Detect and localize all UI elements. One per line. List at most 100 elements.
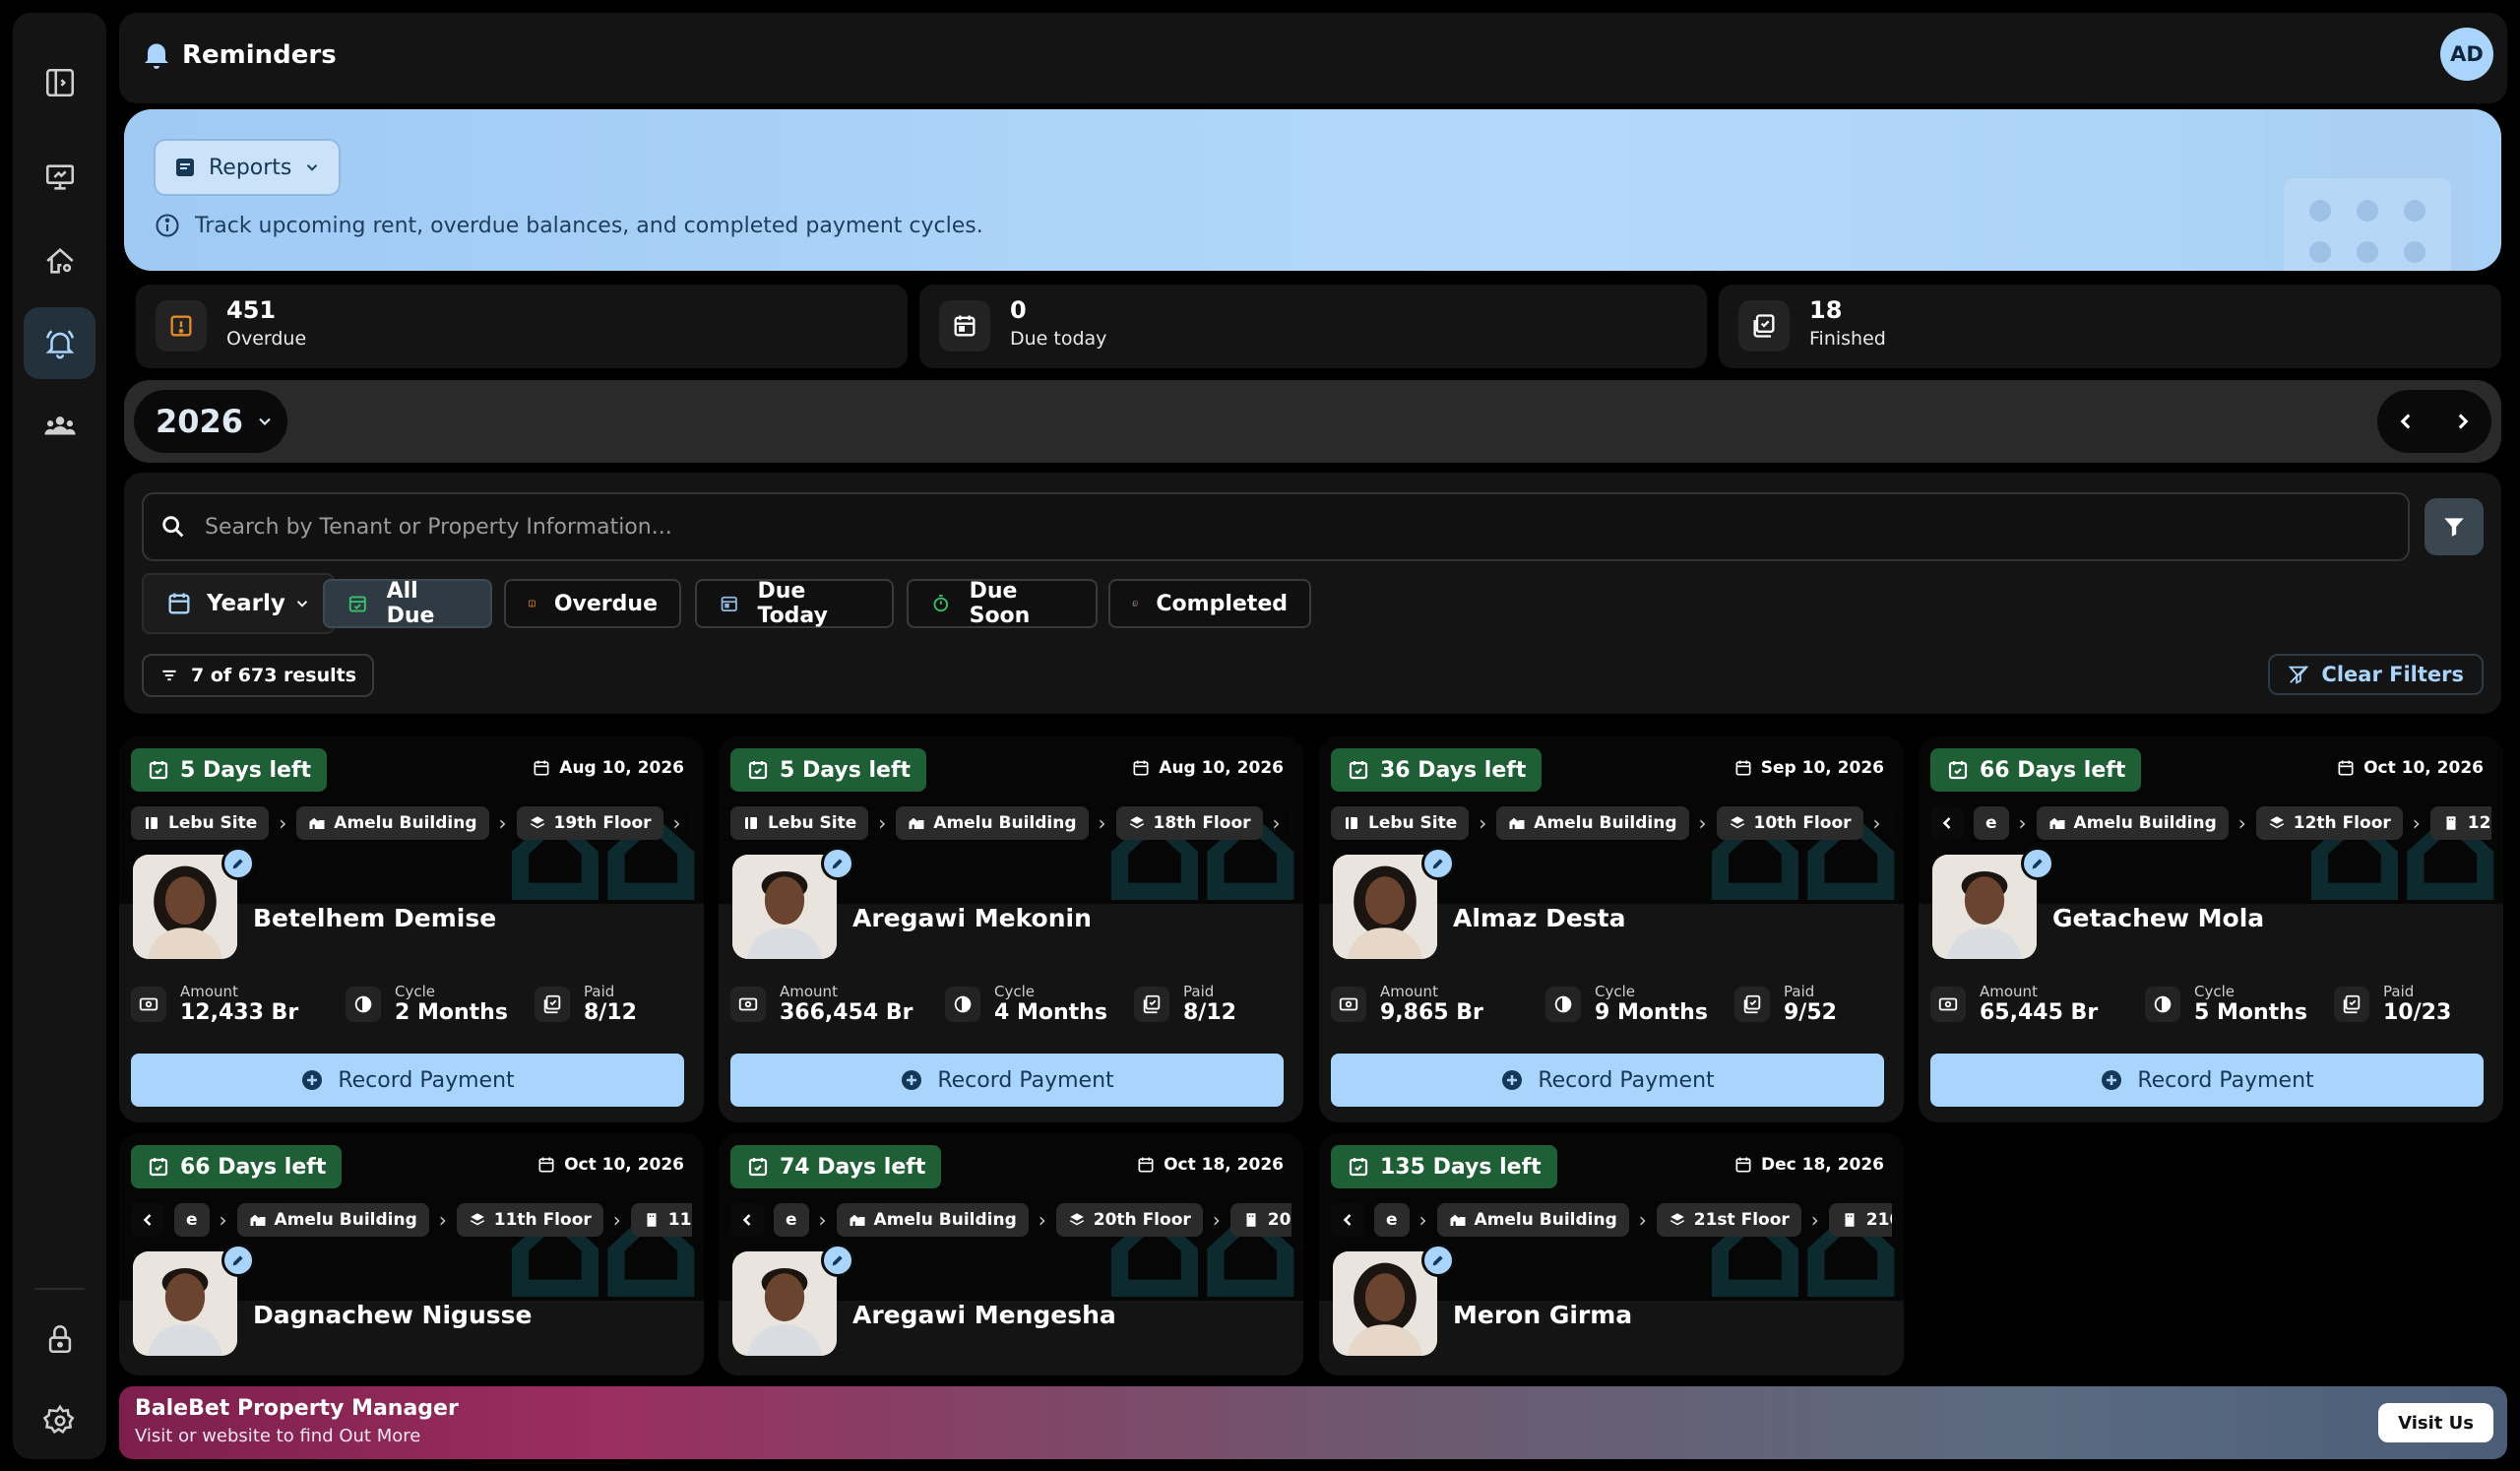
- filter-off-icon: [2289, 666, 2309, 684]
- chevron-left-icon[interactable]: [2393, 409, 2419, 434]
- year-dropdown[interactable]: 2026: [134, 390, 287, 453]
- breadcrumb-item[interactable]: 2005: [1229, 1203, 1292, 1237]
- edit-pencil-icon[interactable]: [221, 847, 255, 880]
- tenant-photo: [133, 1251, 237, 1356]
- breadcrumb-separator: ›: [1479, 811, 1487, 835]
- search-input[interactable]: Search by Tenant or Property Information…: [205, 515, 672, 540]
- chip-completed[interactable]: Completed: [1108, 579, 1311, 628]
- metric-value: 65,445 Br: [1980, 1000, 2099, 1025]
- breadcrumb-item[interactable]: 20th Floor: [1055, 1203, 1203, 1237]
- floor-icon: [1128, 814, 1146, 832]
- crumbs-scroll-left-icon[interactable]: [1930, 806, 1964, 840]
- site-icon: [143, 814, 160, 832]
- crumbs-scroll-right-icon[interactable]: [1890, 806, 1892, 840]
- breadcrumb-item[interactable]: 19th Floor: [516, 806, 663, 840]
- chip-due-soon[interactable]: Due Soon: [907, 579, 1098, 628]
- breadcrumb-item[interactable]: Amelu Building: [236, 1203, 429, 1237]
- breadcrumb-item[interactable]: Amelu Building: [2036, 806, 2229, 840]
- edit-pencil-icon[interactable]: [221, 1244, 255, 1277]
- visit-us-button[interactable]: Visit Us: [2378, 1403, 2493, 1442]
- breadcrumb-item[interactable]: Lebu Site: [730, 806, 869, 840]
- reminder-card[interactable]: ⌂⌂ 74 Days left Oct 18, 2026 e › Amelu Buildi…: [719, 1133, 1303, 1375]
- lock-icon[interactable]: [24, 1303, 95, 1375]
- breadcrumb: Lebu Site › Amelu Building › 18th Floor ›: [730, 805, 1292, 841]
- filter-panel: Search by Tenant or Property Information…: [124, 473, 2501, 714]
- search-box[interactable]: Search by Tenant or Property Information…: [142, 492, 2410, 561]
- breadcrumb-item[interactable]: e: [1974, 806, 2009, 840]
- breadcrumb-separator: ›: [672, 811, 681, 835]
- breadcrumb-item[interactable]: 18th Floor: [1115, 806, 1263, 840]
- stat-finished[interactable]: 18 Finished: [1719, 285, 2501, 368]
- record-payment-button[interactable]: Record Payment: [131, 1054, 684, 1107]
- chevron-right-icon[interactable]: [2450, 409, 2476, 434]
- breadcrumb-item[interactable]: Amelu Building: [836, 1203, 1029, 1237]
- filter-button[interactable]: [2425, 498, 2484, 555]
- breadcrumb-item[interactable]: Amelu Building: [296, 806, 489, 840]
- floor-icon: [1669, 1211, 1686, 1229]
- crumbs-scroll-left-icon[interactable]: [131, 1203, 164, 1237]
- breadcrumb-item[interactable]: 1201: [2429, 806, 2491, 840]
- reminder-card[interactable]: ⌂⌂ 66 Days left Oct 10, 2026 e › Amelu Buildi…: [119, 1133, 704, 1375]
- chip-all-due[interactable]: All Due: [323, 579, 492, 628]
- floor-icon: [529, 814, 546, 832]
- edit-pencil-icon[interactable]: [2021, 847, 2054, 880]
- reports-dropdown[interactable]: Reports: [154, 139, 341, 196]
- days-left-badge: 66 Days left: [1930, 748, 2142, 792]
- breadcrumb-label: 12th Floor: [2293, 813, 2391, 833]
- settings-gear-icon[interactable]: [24, 1384, 95, 1456]
- record-payment-button[interactable]: Record Payment: [1331, 1054, 1884, 1107]
- crumbs-scroll-right-icon[interactable]: [1290, 806, 1292, 840]
- edit-pencil-icon[interactable]: [1421, 847, 1455, 880]
- breadcrumb-separator: ›: [2237, 811, 2246, 835]
- reminder-card[interactable]: ⌂⌂ 66 Days left Oct 10, 2026 e › Amelu Buildi…: [1919, 736, 2503, 1122]
- reminder-card[interactable]: ⌂⌂ 36 Days left Sep 10, 2026 Lebu Site › Amel…: [1319, 736, 1904, 1122]
- breadcrumb-item[interactable]: e: [1374, 1203, 1410, 1237]
- calendar-check-icon: [1347, 1155, 1370, 1179]
- metric-amount: Amount 12,433 Br: [131, 983, 298, 1026]
- breadcrumb-item[interactable]: Lebu Site: [131, 806, 270, 840]
- due-date: Dec 18, 2026: [1733, 1155, 1884, 1175]
- clear-filters-button[interactable]: Clear Filters: [2268, 654, 2484, 695]
- crumbs-scroll-right-icon[interactable]: [690, 806, 692, 840]
- record-payment-button[interactable]: Record Payment: [730, 1054, 1284, 1107]
- results-text: 7 of 673 results: [191, 665, 357, 686]
- tenant-name: Aregawi Mekonin: [852, 904, 1092, 932]
- toggle-sidebar-icon[interactable]: [24, 46, 95, 118]
- breadcrumb-item[interactable]: e: [174, 1203, 210, 1237]
- reminder-card[interactable]: ⌂⌂ 5 Days left Aug 10, 2026 Lebu Site › Amelu…: [119, 736, 704, 1122]
- reminders-bell-icon[interactable]: [24, 307, 95, 379]
- tenant-name: Meron Girma: [1453, 1301, 1633, 1329]
- breadcrumb-item[interactable]: Amelu Building: [896, 806, 1089, 840]
- stat-due-today[interactable]: 0 Due today: [919, 285, 1707, 368]
- breadcrumb-item[interactable]: 21st Floor: [1656, 1203, 1801, 1237]
- breadcrumb-item[interactable]: 1102: [630, 1203, 692, 1237]
- calendar-check-icon: [1347, 758, 1370, 782]
- breadcrumb-item[interactable]: 12th Floor: [2255, 806, 2403, 840]
- breadcrumb-item[interactable]: 10th Floor: [1716, 806, 1863, 840]
- chip-overdue[interactable]: Overdue: [504, 579, 681, 628]
- calendar-icon: [1733, 1155, 1753, 1175]
- reminder-card[interactable]: ⌂⌂ 5 Days left Aug 10, 2026 Lebu Site › Amelu…: [719, 736, 1303, 1122]
- plus-circle-icon: [1500, 1068, 1524, 1092]
- breadcrumb-item[interactable]: 2103: [1828, 1203, 1892, 1237]
- tenants-icon[interactable]: [24, 390, 95, 462]
- crumbs-scroll-left-icon[interactable]: [730, 1203, 764, 1237]
- breadcrumb-item[interactable]: Amelu Building: [1436, 1203, 1629, 1237]
- user-avatar[interactable]: AD: [2440, 28, 2493, 81]
- breadcrumb-item[interactable]: Amelu Building: [1496, 806, 1689, 840]
- edit-pencil-icon[interactable]: [1421, 1244, 1455, 1277]
- breadcrumb-item[interactable]: 11th Floor: [456, 1203, 603, 1237]
- reminder-card[interactable]: ⌂⌂ 135 Days left Dec 18, 2026 e › Amelu Build…: [1319, 1133, 1904, 1375]
- property-icon[interactable]: [24, 224, 95, 296]
- breadcrumb-item[interactable]: e: [774, 1203, 809, 1237]
- edit-pencil-icon[interactable]: [821, 1244, 854, 1277]
- chip-due-today[interactable]: Due Today: [695, 579, 894, 628]
- edit-pencil-icon[interactable]: [821, 847, 854, 880]
- dashboard-icon[interactable]: [24, 141, 95, 213]
- floor-icon: [1729, 814, 1746, 832]
- record-payment-button[interactable]: Record Payment: [1930, 1054, 2484, 1107]
- crumbs-scroll-left-icon[interactable]: [1331, 1203, 1364, 1237]
- stat-overdue[interactable]: 451 Overdue: [136, 285, 908, 368]
- breadcrumb-item[interactable]: Lebu Site: [1331, 806, 1470, 840]
- period-dropdown[interactable]: Yearly: [142, 573, 335, 634]
